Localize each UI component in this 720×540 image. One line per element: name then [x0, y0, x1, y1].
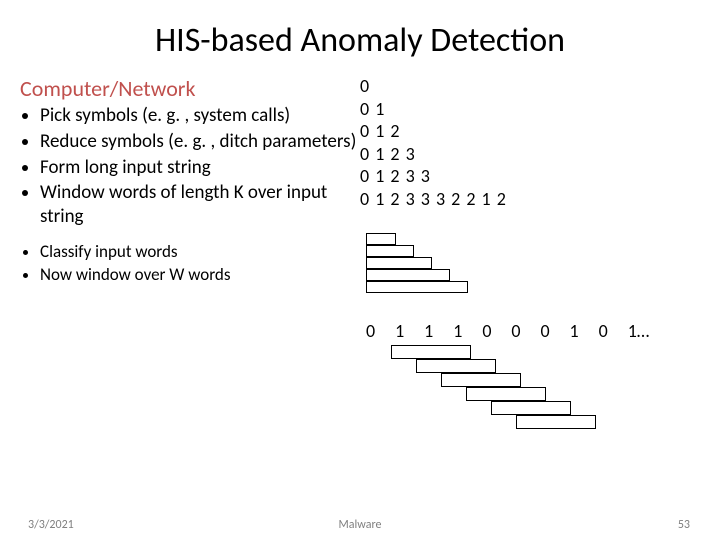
list-item: Window words of length K over input stri… [40, 181, 360, 229]
digit: 1 [453, 320, 478, 342]
number-row: 0 1 2 3 [360, 143, 696, 166]
right-column: 0 0 1 0 1 2 0 1 2 3 0 1 2 3 3 0 1 2 3 3 … [360, 75, 696, 287]
main-bullet-list: Pick symbols (e. g. , system calls) Redu… [20, 104, 360, 229]
list-item: Pick symbols (e. g. , system calls) [40, 104, 360, 128]
list-item: Classify input words [40, 241, 360, 262]
number-row: 0 1 [360, 98, 696, 121]
list-item: Form long input string [40, 156, 360, 180]
list-item: Reduce symbols (e. g. , ditch parameters… [40, 130, 360, 154]
digit: 1… [628, 320, 653, 342]
number-row: 0 1 2 3 3 [360, 165, 696, 188]
number-row: 0 1 2 3 3 3 2 2 1 2 [360, 188, 696, 211]
digit: 0 [540, 320, 565, 342]
number-row: 0 1 2 [360, 120, 696, 143]
number-row: 0 [360, 75, 696, 98]
section-heading: Computer/Network [20, 75, 360, 102]
secondary-bullet-list: Classify input words Now window over W w… [20, 241, 360, 286]
slide-title: HIS-based Anomaly Detection [0, 0, 720, 75]
classification-row: 0 1 1 1 0 0 0 1 0 1… [366, 320, 653, 342]
slide-body: Computer/Network Pick symbols (e. g. , s… [0, 75, 720, 287]
digit: 1 [424, 320, 449, 342]
footer-center: Malware [0, 518, 720, 532]
digit: 0 [366, 320, 391, 342]
digit: 1 [570, 320, 595, 342]
digit: 1 [395, 320, 420, 342]
list-item: Now window over W words [40, 264, 360, 285]
footer-page-number: 53 [678, 518, 690, 532]
digit: 0 [511, 320, 536, 342]
digit: 0 [482, 320, 507, 342]
left-column: Computer/Network Pick symbols (e. g. , s… [20, 75, 360, 287]
digit: 0 [599, 320, 624, 342]
